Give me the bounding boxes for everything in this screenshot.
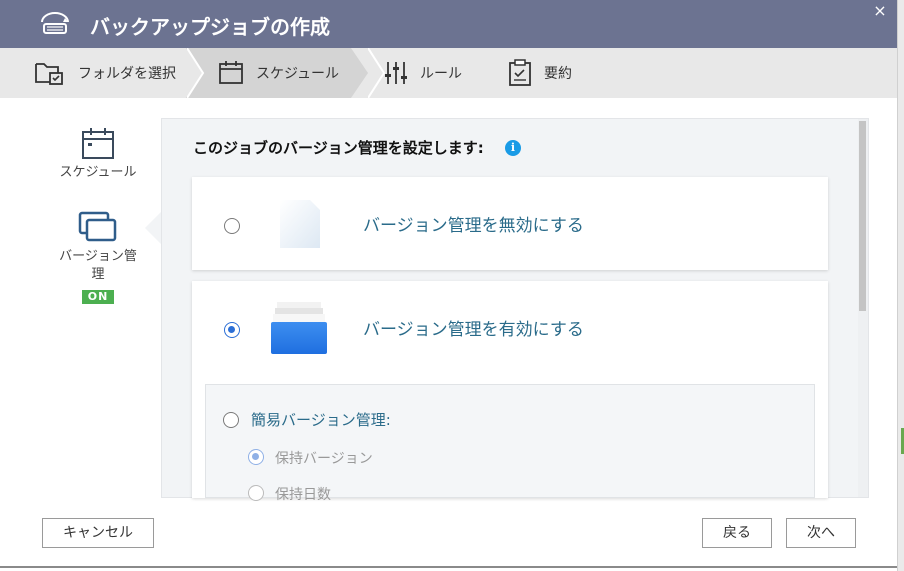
radio-enable-versioning[interactable]: [224, 322, 240, 338]
back-button[interactable]: 戻る: [702, 518, 772, 548]
simple-versioning-panel: [205, 384, 815, 498]
title-bar: バックアップジョブの作成: [0, 0, 897, 48]
backup-app-icon: [41, 12, 69, 34]
sidebar-item-schedule[interactable]: スケジュール: [40, 126, 156, 182]
dialog-bottom-border: [0, 566, 897, 568]
step-rules[interactable]: ルール: [384, 48, 462, 98]
sliders-icon: [385, 62, 407, 84]
step-label: フォルダを選択: [78, 66, 176, 82]
step-schedule[interactable]: スケジュール: [218, 48, 339, 98]
folder-select-icon: [35, 63, 63, 85]
calendar-icon: [219, 61, 243, 84]
dialog-title: バックアップジョブの作成: [90, 15, 330, 39]
radio-disable-versioning[interactable]: [224, 218, 240, 234]
next-button[interactable]: 次へ: [786, 518, 856, 548]
status-badge: ON: [81, 290, 115, 304]
calendar-icon: [82, 128, 114, 159]
info-icon[interactable]: i: [505, 140, 521, 156]
step-separator-icon: [187, 48, 205, 98]
simple-versioning-label: 簡易バージョン管理:: [251, 411, 391, 429]
sidebar-item-versioning[interactable]: バージョン管 理 ON: [40, 210, 156, 304]
background-window-edge: [897, 0, 904, 571]
close-button[interactable]: ×: [871, 2, 889, 20]
section-heading: このジョブのバージョン管理を設定します:: [193, 139, 484, 157]
radio-keep-versions[interactable]: [248, 449, 264, 465]
step-label: ルール: [420, 66, 462, 82]
keep-versions-label: 保持バージョン: [275, 451, 373, 467]
step-label: スケジュール: [256, 66, 340, 82]
step-summary[interactable]: 要約: [508, 48, 572, 98]
versions-stack-icon: [271, 302, 327, 354]
step-folder-select[interactable]: フォルダを選択: [34, 48, 176, 98]
sidebar-item-label: バージョン管: [59, 249, 137, 264]
sidebar-item-label: スケジュール: [59, 165, 137, 180]
sidebar-item-label: 理: [91, 267, 105, 282]
blank-document-icon: [280, 200, 320, 248]
cancel-button[interactable]: キャンセル: [42, 518, 154, 548]
step-label: 要約: [544, 66, 572, 82]
keep-days-label: 保持日数: [275, 487, 331, 503]
option-label: バージョン管理を有効にする: [363, 320, 584, 340]
radio-simple-versioning[interactable]: [223, 412, 239, 428]
panel-pointer: [145, 212, 161, 244]
radio-keep-days[interactable]: [248, 485, 264, 501]
clipboard-check-icon: [509, 59, 531, 86]
versions-icon: [78, 211, 117, 242]
scrollbar-thumb[interactable]: [859, 121, 866, 311]
option-label: バージョン管理を無効にする: [363, 216, 584, 236]
